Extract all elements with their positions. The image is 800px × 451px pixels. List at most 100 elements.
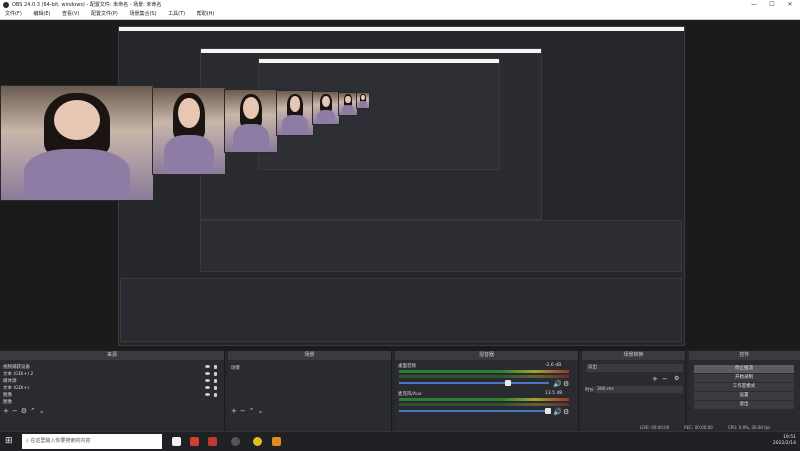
menu-scene-collection[interactable]: 场景集合(S) bbox=[124, 10, 161, 19]
visibility-eye-icon[interactable] bbox=[205, 393, 210, 396]
dock-area: 来源 视频捕获设备 文本 (GDI+) 2 媒体源 文本 (GDI+) 图像 图… bbox=[0, 351, 800, 431]
remove-icon[interactable]: − bbox=[240, 407, 246, 415]
exit-button[interactable]: 退出 bbox=[693, 400, 795, 410]
app-icon[interactable] bbox=[208, 437, 217, 446]
gear-icon[interactable]: ⚙ bbox=[674, 375, 679, 382]
live-status: LIVE: 00:00:00 bbox=[640, 425, 670, 430]
file-explorer-icon[interactable] bbox=[172, 437, 181, 446]
lock-icon[interactable] bbox=[214, 365, 217, 369]
mixer-channel-db: -2.6 dB bbox=[545, 363, 562, 368]
webcam-frame-4 bbox=[276, 90, 314, 136]
remove-icon[interactable]: − bbox=[12, 407, 18, 415]
speaker-icon[interactable]: 🔊 bbox=[553, 380, 562, 388]
remove-icon[interactable]: − bbox=[662, 375, 668, 383]
lock-icon[interactable] bbox=[214, 379, 217, 383]
title-bar: OBS 24.0.3 (64-bit, windows) - 配置文件: 未命名… bbox=[0, 0, 800, 10]
maximize-button[interactable]: ☐ bbox=[763, 0, 781, 10]
sources-dock-title: 来源 bbox=[0, 351, 224, 360]
cpu-status: CPU: 0.9%, 30.00 fps bbox=[728, 425, 771, 430]
mixer-dock-title: 混音器 bbox=[395, 351, 578, 360]
mixer-channel-name: 桌面音频 bbox=[398, 364, 416, 369]
search-icon: ⌕ bbox=[26, 438, 29, 444]
scenes-toolbar: + − ⌃ ⌄ bbox=[231, 407, 267, 415]
webcam-frame-3 bbox=[224, 89, 278, 153]
webcam-frame-2 bbox=[152, 87, 226, 175]
menu-profile[interactable]: 配置文件(P) bbox=[86, 10, 123, 19]
gear-icon[interactable]: ⚙ bbox=[21, 407, 27, 415]
move-down-icon[interactable]: ⌄ bbox=[258, 407, 264, 415]
menu-bar: 文件(F) 编辑(E) 查看(V) 配置文件(P) 场景集合(S) 工具(T) … bbox=[0, 10, 800, 20]
duration-label: 时长 bbox=[585, 388, 594, 393]
move-down-icon[interactable]: ⌄ bbox=[39, 407, 45, 415]
gear-icon[interactable]: ⚙ bbox=[563, 380, 569, 388]
add-icon[interactable]: + bbox=[231, 407, 237, 415]
add-icon[interactable]: + bbox=[652, 375, 658, 383]
taskbar-search-box[interactable]: ⌕ 在这里输入你要搜索的内容 bbox=[22, 434, 162, 449]
minimize-button[interactable]: — bbox=[745, 0, 763, 10]
source-item[interactable]: 媒体源 bbox=[3, 378, 17, 384]
lock-icon[interactable] bbox=[214, 386, 217, 390]
webcam-frame-5 bbox=[312, 91, 340, 125]
visibility-eye-icon[interactable] bbox=[205, 386, 210, 389]
mixer-dock: 混音器 桌面音频 -2.6 dB 🔊 ⚙ 麦克风/Aux 13.5 dB 🔊 ⚙ bbox=[395, 351, 579, 431]
volume-slider[interactable] bbox=[399, 410, 549, 412]
menu-view[interactable]: 查看(V) bbox=[57, 10, 84, 19]
search-placeholder: 在这里输入你要搜索的内容 bbox=[30, 438, 91, 444]
mixer-channel-db: 13.5 dB bbox=[545, 391, 563, 396]
lock-icon[interactable] bbox=[214, 372, 217, 376]
audio-meter bbox=[399, 370, 569, 373]
obs-taskbar-icon[interactable] bbox=[231, 437, 240, 446]
lock-icon[interactable] bbox=[214, 393, 217, 397]
controls-dock: 控件 停止推流 开始录制 工作室模式 设置 退出 bbox=[689, 351, 800, 431]
windows-start-icon[interactable]: ⊞ bbox=[5, 436, 13, 446]
obs-app-icon bbox=[3, 2, 9, 8]
close-button[interactable]: ✕ bbox=[781, 0, 799, 10]
controls-dock-title: 控件 bbox=[689, 351, 800, 360]
source-item[interactable]: 图像 bbox=[3, 392, 12, 398]
scene-item[interactable]: 场景 bbox=[231, 365, 240, 371]
transition-select[interactable]: 淡出 bbox=[586, 364, 683, 372]
move-up-icon[interactable]: ⌃ bbox=[249, 407, 255, 415]
speaker-icon[interactable]: 🔊 bbox=[553, 408, 562, 416]
nested-dock-area bbox=[120, 278, 682, 342]
source-item[interactable]: 视频捕获设备 bbox=[3, 364, 30, 370]
scenes-dock-title: 场景 bbox=[228, 351, 391, 360]
visibility-eye-icon[interactable] bbox=[205, 365, 210, 368]
volume-slider[interactable] bbox=[399, 382, 549, 384]
scenes-dock: 场景 场景 + − ⌃ ⌄ bbox=[228, 351, 392, 431]
source-item[interactable]: 图像 bbox=[3, 399, 12, 405]
source-item[interactable]: 文本 (GDI+) bbox=[3, 385, 29, 391]
transitions-dock: 场景转换 淡出 + − ⚙ 时长 300 ms bbox=[582, 351, 686, 431]
webcam-frame-6 bbox=[338, 92, 358, 116]
menu-file[interactable]: 文件(F) bbox=[0, 10, 27, 19]
volume-slider-thumb[interactable] bbox=[545, 408, 551, 414]
menu-help[interactable]: 帮助(H) bbox=[192, 10, 220, 19]
rec-status: REC: 00:00:00 bbox=[684, 425, 713, 430]
app-icon[interactable] bbox=[253, 437, 262, 446]
app-icon[interactable] bbox=[272, 437, 281, 446]
volume-slider-thumb[interactable] bbox=[505, 380, 511, 386]
gear-icon[interactable]: ⚙ bbox=[563, 408, 569, 416]
audio-meter bbox=[399, 403, 569, 406]
mixer-channel-name: 麦克风/Aux bbox=[398, 392, 422, 397]
transitions-dock-title: 场景转换 bbox=[582, 351, 685, 360]
source-item[interactable]: 文本 (GDI+) 2 bbox=[3, 371, 33, 377]
audio-meter bbox=[399, 375, 569, 378]
menu-tools[interactable]: 工具(T) bbox=[163, 10, 190, 19]
menu-edit[interactable]: 编辑(E) bbox=[28, 10, 55, 19]
app-icon[interactable] bbox=[190, 437, 199, 446]
window-title: OBS 24.0.3 (64-bit, windows) - 配置文件: 未命名… bbox=[12, 2, 162, 8]
preview-canvas[interactable] bbox=[0, 20, 800, 350]
add-icon[interactable]: + bbox=[3, 407, 9, 415]
audio-meter bbox=[399, 398, 569, 401]
clock-date: 2022/2/14 bbox=[772, 441, 796, 446]
webcam-frame-1 bbox=[0, 85, 154, 201]
visibility-eye-icon[interactable] bbox=[205, 372, 210, 375]
duration-input[interactable]: 300 ms bbox=[595, 386, 683, 393]
visibility-eye-icon[interactable] bbox=[205, 379, 210, 382]
move-up-icon[interactable]: ⌃ bbox=[30, 407, 36, 415]
windows-taskbar: ⊞ ⌕ 在这里输入你要搜索的内容 19:51 2022/2/14 bbox=[0, 431, 800, 451]
system-clock[interactable]: 19:51 2022/2/14 bbox=[773, 435, 796, 447]
sources-dock: 来源 视频捕获设备 文本 (GDI+) 2 媒体源 文本 (GDI+) 图像 图… bbox=[0, 351, 225, 431]
webcam-frame-7 bbox=[356, 92, 370, 109]
